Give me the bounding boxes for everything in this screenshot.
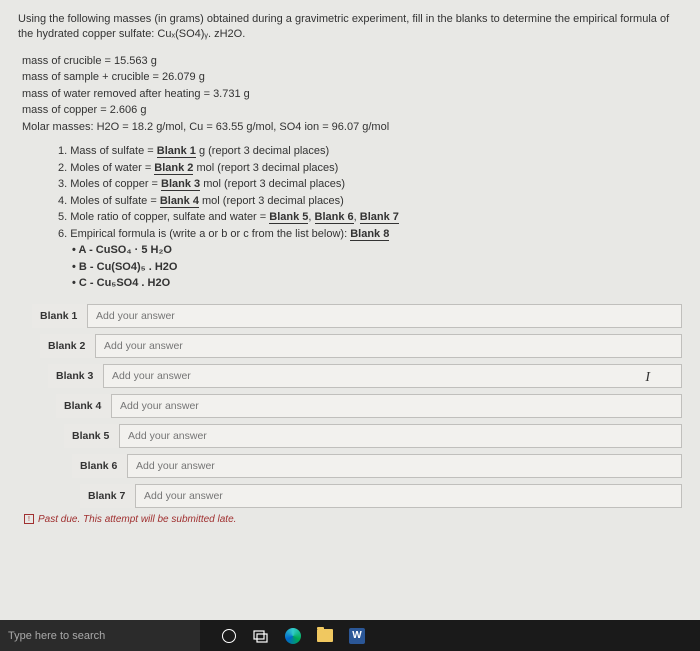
blank-4-input[interactable] (111, 394, 682, 418)
question-intro: Using the following masses (in grams) ob… (18, 12, 682, 43)
blank-label: Blank 7 (80, 484, 135, 508)
blank-3-input[interactable] (103, 364, 682, 388)
blank-row: Blank 4 (56, 394, 682, 418)
blank-label: Blank 4 (56, 394, 111, 418)
question-item: 2. Moles of water = Blank 2 mol (report … (58, 160, 682, 177)
blank-label: Blank 3 (48, 364, 103, 388)
cortana-icon[interactable] (220, 627, 238, 645)
search-placeholder: Type here to search (8, 630, 105, 642)
warning-icon: ! (24, 514, 34, 524)
option-c: C - Cu₅SO4 . H2O (72, 275, 682, 292)
measurement-line: mass of sample + crucible = 26.079 g (22, 69, 682, 86)
blank-label: Blank 1 (32, 304, 87, 328)
blank-label: Blank 5 (64, 424, 119, 448)
blank-7-input[interactable] (135, 484, 682, 508)
blank-row: Blank 5 (64, 424, 682, 448)
question-item: 5. Mole ratio of copper, sulfate and wat… (58, 209, 682, 226)
taskbar-search[interactable]: Type here to search (0, 620, 200, 651)
question-item: 4. Moles of sulfate = Blank 4 mol (repor… (58, 193, 682, 210)
blank-row: Blank 7 (80, 484, 682, 508)
edge-browser-icon[interactable] (284, 627, 302, 645)
option-a: A - CuSO₄ · 5 H₂O (72, 242, 682, 259)
text-cursor-icon: I (645, 370, 650, 386)
questions-list: 1. Mass of sulfate = Blank 1 g (report 3… (58, 143, 682, 292)
answer-blanks: Blank 1 Blank 2 Blank 3 Blank 4 Blank 5 … (18, 304, 682, 508)
blank-row: Blank 3 (48, 364, 682, 388)
windows-taskbar: Type here to search W (0, 620, 700, 651)
blank-row: Blank 6 (72, 454, 682, 478)
blank-1-input[interactable] (87, 304, 682, 328)
task-view-icon[interactable] (252, 627, 270, 645)
measurements-block: mass of crucible = 15.563 g mass of samp… (22, 53, 682, 136)
question-item: 3. Moles of copper = Blank 3 mol (report… (58, 176, 682, 193)
measurement-line: Molar masses: H2O = 18.2 g/mol, Cu = 63.… (22, 119, 682, 136)
blank-2-input[interactable] (95, 334, 682, 358)
blank-row: Blank 2 (40, 334, 682, 358)
past-due-notice: ! Past due. This attempt will be submitt… (24, 514, 682, 525)
question-item: 1. Mass of sulfate = Blank 1 g (report 3… (58, 143, 682, 160)
blank-label: Blank 2 (40, 334, 95, 358)
measurement-line: mass of copper = 2.606 g (22, 102, 682, 119)
blank-6-input[interactable] (127, 454, 682, 478)
measurement-line: mass of water removed after heating = 3.… (22, 86, 682, 103)
question-item: 6. Empirical formula is (write a or b or… (58, 226, 682, 243)
measurement-line: mass of crucible = 15.563 g (22, 53, 682, 70)
option-b: B - Cu(SO4)₅ . H2O (72, 259, 682, 276)
blank-5-input[interactable] (119, 424, 682, 448)
file-explorer-icon[interactable] (316, 627, 334, 645)
word-icon[interactable]: W (348, 627, 366, 645)
blank-row: Blank 1 (32, 304, 682, 328)
blank-label: Blank 6 (72, 454, 127, 478)
